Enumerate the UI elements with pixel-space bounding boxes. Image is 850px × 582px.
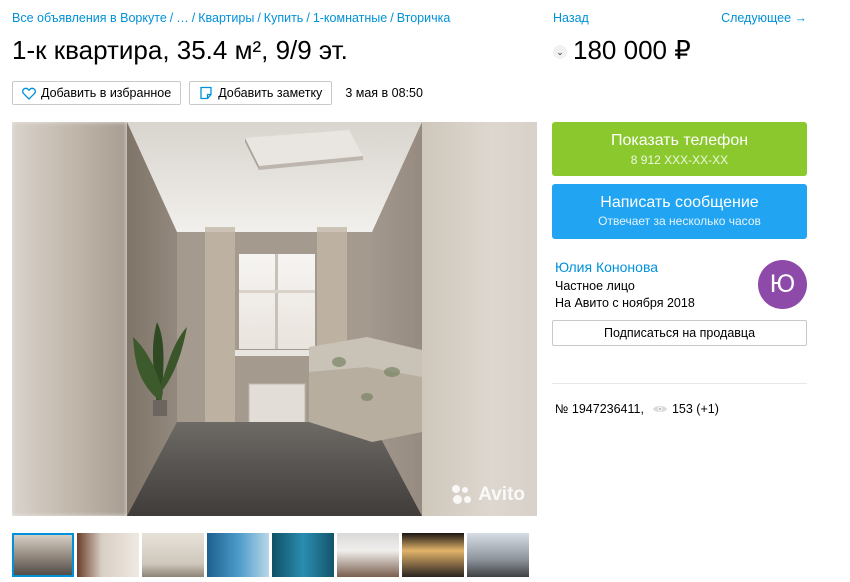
listing-id: № 1947236411, — [555, 402, 644, 416]
show-phone-button[interactable]: Показать телефон 8 912 XXX-XX-XX — [552, 122, 807, 176]
thumbnail[interactable] — [77, 533, 139, 577]
photo-gallery[interactable]: Avito — [12, 122, 537, 516]
view-count: 153 (+1) — [671, 402, 719, 416]
show-phone-label: Показать телефон — [610, 132, 749, 149]
seller-avatar[interactable]: Ю — [758, 260, 807, 309]
masked-phone-number: 8 912 XXX-XX-XX — [630, 153, 729, 167]
thumbnail[interactable] — [467, 533, 529, 577]
breadcrumb-link[interactable]: … — [176, 11, 189, 25]
seller-info: Юлия Кононова Частное лицо На Авито с но… — [555, 259, 695, 310]
response-time-text: Отвечает за несколько часов — [598, 214, 761, 228]
main-photo[interactable] — [127, 122, 422, 516]
thumbnail[interactable] — [207, 533, 269, 577]
gallery-blur-left — [12, 122, 127, 516]
price-dropdown-icon[interactable]: ⌄ — [553, 45, 567, 59]
breadcrumb-link[interactable]: Квартиры — [198, 11, 254, 25]
thumbnail[interactable] — [402, 533, 464, 577]
price-block: ⌄ 180 000 ₽ — [553, 35, 691, 66]
listing-meta: № 1947236411, 153 (+1) — [555, 402, 719, 416]
listing-title: 1-к квартира, 35.4 м², 9/9 эт. — [12, 35, 348, 65]
subscribe-seller-button[interactable]: Подписаться на продавца — [552, 320, 807, 346]
listing-price: 180 000 ₽ — [573, 35, 691, 65]
listing-date: 3 мая в 08:50 — [345, 86, 423, 100]
eye-icon — [652, 406, 667, 412]
seller-name-link[interactable]: Юлия Кононова — [555, 259, 695, 275]
avito-watermark: Avito — [452, 484, 525, 506]
thumbnail[interactable] — [142, 533, 204, 577]
back-link[interactable]: Назад — [553, 11, 589, 25]
thumbnail[interactable] — [12, 533, 74, 577]
add-to-favorites-button[interactable]: Добавить в избранное — [12, 81, 182, 105]
thumbnail[interactable] — [272, 533, 334, 577]
breadcrumb-link[interactable]: Все объявления в Воркуте — [12, 11, 167, 25]
listing-actions: Добавить в избранное Добавить заметку 3 … — [12, 81, 423, 105]
send-message-label: Написать сообщение — [600, 194, 759, 211]
thumbnail[interactable] — [337, 533, 399, 577]
add-note-label: Добавить заметку — [218, 86, 323, 100]
avito-watermark-text: Avito — [478, 484, 525, 505]
heart-icon — [22, 87, 36, 100]
note-icon — [200, 86, 212, 100]
send-message-button[interactable]: Написать сообщение Отвечает за несколько… — [552, 184, 807, 239]
gallery-blur-right — [422, 122, 537, 516]
seller-type: Частное лицо — [555, 279, 635, 293]
breadcrumb-link[interactable]: 1-комнатные — [313, 11, 387, 25]
next-listing-link[interactable]: Следующее → — [721, 11, 807, 25]
divider — [552, 383, 807, 384]
add-to-favorites-label: Добавить в избранное — [41, 86, 172, 100]
room-photo-image — [127, 122, 422, 516]
breadcrumb-link[interactable]: Вторичка — [397, 11, 451, 25]
avito-logo-icon — [452, 485, 472, 505]
breadcrumb: Все объявления в Воркуте /… / Квартиры / Купи… — [12, 11, 451, 25]
add-note-button[interactable]: Добавить заметку — [189, 81, 333, 105]
thumbnail-strip — [12, 533, 532, 577]
seller-since: На Авито с ноября 2018 — [555, 296, 695, 310]
breadcrumb-link[interactable]: Купить — [264, 11, 304, 25]
